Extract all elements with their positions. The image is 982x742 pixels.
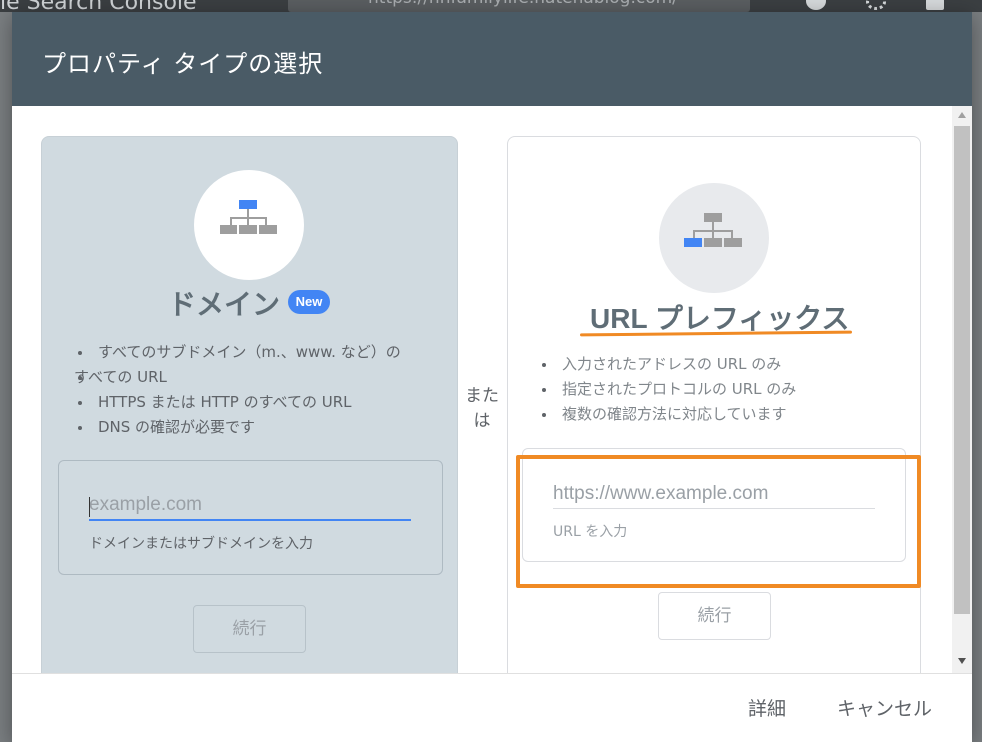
domain-continue-button[interactable]: 続行 xyxy=(193,605,306,653)
url-prefix-card[interactable]: URL プレフィックス 入力されたアドレスの URL のみ 指定されたプロトコル… xyxy=(507,136,921,673)
dialog-footer: 詳細 キャンセル xyxy=(12,673,972,742)
scroll-up-arrow-icon[interactable] xyxy=(958,112,966,118)
background-right-strip xyxy=(972,12,982,742)
background-app-title: le Search Console xyxy=(0,0,197,12)
sitemap-top-icon xyxy=(220,200,277,234)
scrollbar[interactable] xyxy=(952,106,972,673)
background-left-strip xyxy=(0,12,12,742)
text-caret xyxy=(89,497,90,517)
background-search-bar: https://hhfamilylife.hatenablog.com/ xyxy=(288,0,750,12)
property-type-dialog: プロパティ タイプの選択 ドメイン New すべてのサブドメイン（m.、www.… xyxy=(12,12,972,742)
domain-input-helper: ドメインまたはサブドメインを入力 xyxy=(89,536,313,552)
domain-feature-list: すべてのサブドメイン（m.、www. など）の すべての URL HTTPS ま… xyxy=(74,340,434,440)
or-separator: または xyxy=(465,386,499,431)
dialog-header: プロパティ タイプの選択 xyxy=(12,12,972,106)
background-search-text: https://hhfamilylife.hatenablog.com/ xyxy=(368,0,678,8)
background-app-bar: le Search Console https://hhfamilylife.h… xyxy=(0,0,982,12)
cancel-button[interactable]: キャンセル xyxy=(837,694,932,721)
url-prefix-continue-button[interactable]: 続行 xyxy=(658,592,771,640)
url-prefix-input[interactable] xyxy=(553,479,875,509)
list-item: HTTPS または HTTP のすべての URL xyxy=(74,390,434,415)
dialog-title: プロパティ タイプの選択 xyxy=(42,51,324,78)
domain-card[interactable]: ドメイン New すべてのサブドメイン（m.、www. など）の すべての UR… xyxy=(41,136,458,673)
dialog-body: ドメイン New すべてのサブドメイン（m.、www. など）の すべての UR… xyxy=(12,106,952,673)
gear-icon xyxy=(866,0,886,10)
domain-input[interactable] xyxy=(89,491,411,521)
list-item: 複数の確認方法に対応しています xyxy=(538,402,908,427)
list-item: 入力されたアドレスの URL のみ xyxy=(538,352,908,377)
url-prefix-feature-list: 入力されたアドレスの URL のみ 指定されたプロトコルの URL のみ 複数の… xyxy=(538,352,908,427)
domain-card-title: ドメイン xyxy=(168,289,281,320)
bell-icon xyxy=(926,0,944,10)
details-button[interactable]: 詳細 xyxy=(748,694,786,721)
domain-input-box: ドメインまたはサブドメインを入力 xyxy=(58,460,443,575)
sitemap-leaf-icon xyxy=(684,213,742,247)
scrollbar-thumb[interactable] xyxy=(954,126,970,614)
list-item: 指定されたプロトコルの URL のみ xyxy=(538,377,908,402)
scroll-down-arrow-icon[interactable] xyxy=(958,658,966,664)
domain-icon-circle xyxy=(194,170,304,280)
new-badge: New xyxy=(288,290,330,314)
url-prefix-input-box: URL を入力 xyxy=(522,448,906,562)
help-icon xyxy=(806,0,826,10)
url-prefix-input-helper: URL を入力 xyxy=(553,524,628,540)
list-item: DNS の確認が必要です xyxy=(74,415,434,440)
list-item: すべてのサブドメイン（m.、www. など）の xyxy=(74,340,434,365)
list-item-continuation: すべての URL xyxy=(74,365,434,390)
url-prefix-icon-circle xyxy=(659,183,769,293)
